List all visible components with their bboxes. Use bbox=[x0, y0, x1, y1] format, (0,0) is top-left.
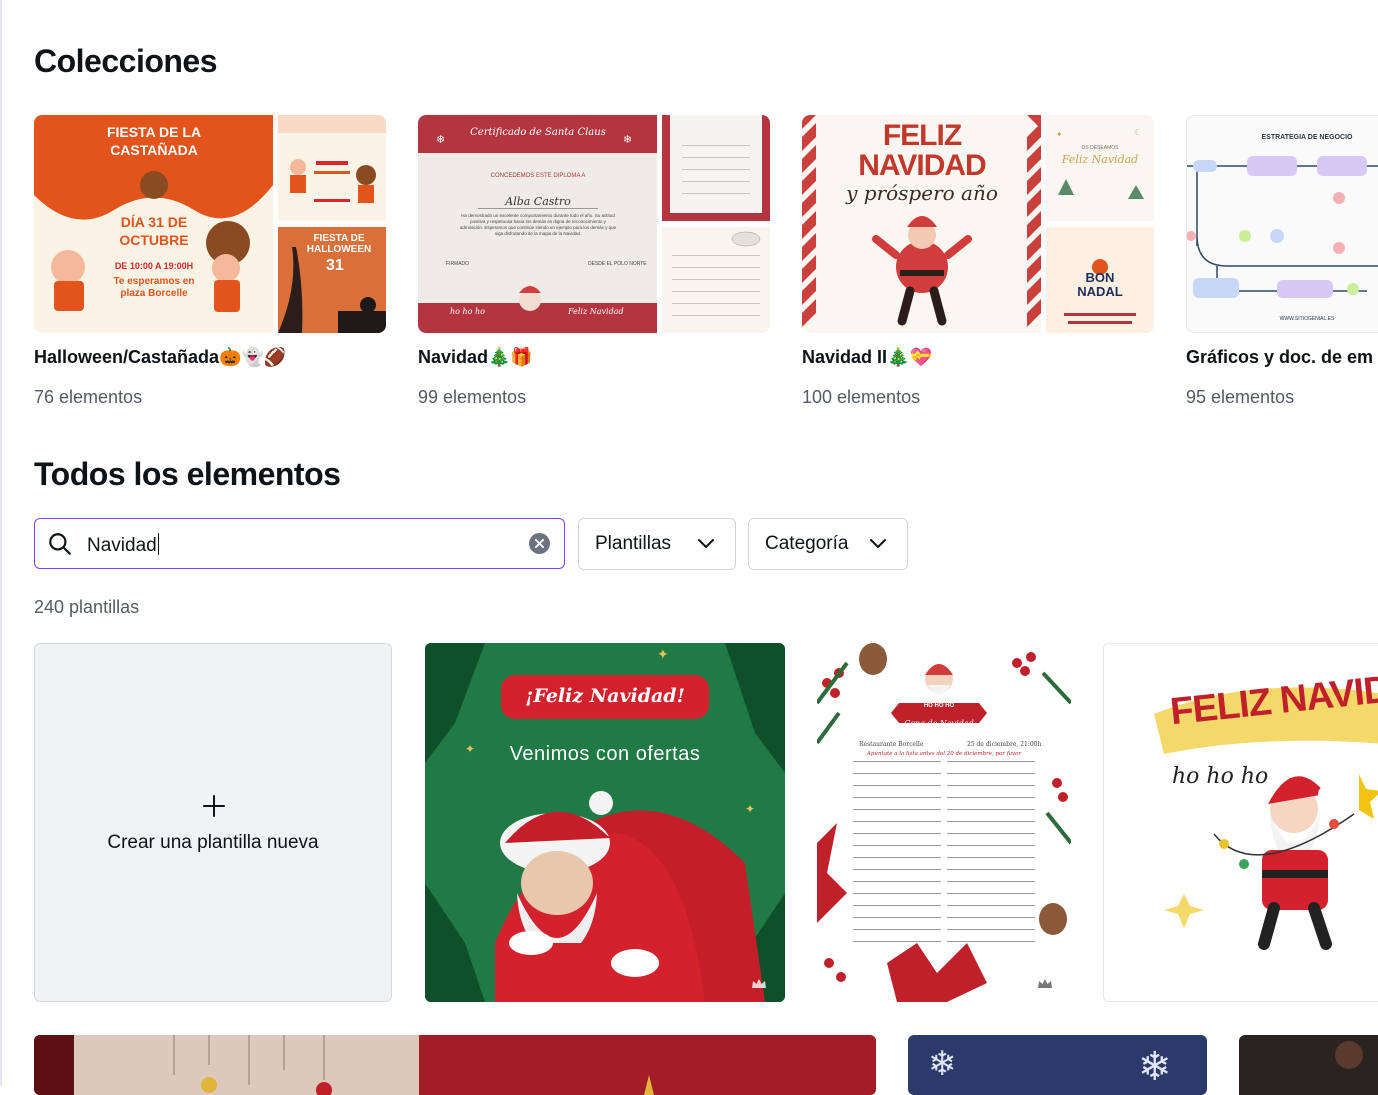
castanada-place: Te esperamos en plaza Borcelle bbox=[113, 276, 195, 299]
search-input[interactable]: Navidad bbox=[34, 518, 565, 569]
santa-certificate: ❄ ❄ Certificado de Santa Claus CONCEDEMO… bbox=[418, 115, 657, 333]
certificate-recipient: Alba Castro bbox=[478, 195, 598, 209]
feliz-navidad-mini-card: ✦ ☾ OS DESEAMOS Feliz Navidad bbox=[1046, 115, 1154, 221]
bon-nadal-mini-card: BON NADAL bbox=[1046, 227, 1154, 333]
certificate-right-sig: DESDE EL POLO NORTE bbox=[588, 261, 647, 267]
search-icon bbox=[47, 531, 73, 562]
collection-thumbnail[interactable]: ❄ ❄ Certificado de Santa Claus CONCEDEMO… bbox=[418, 115, 770, 333]
text-caret bbox=[157, 533, 160, 555]
svg-text:✦: ✦ bbox=[745, 802, 755, 816]
left-border bbox=[0, 0, 2, 1086]
collection-count: 99 elementos bbox=[418, 387, 527, 407]
collection-thumbnail[interactable]: FIESTA DE LA CASTAÑADA DÍA 31 DE OCTUBRE… bbox=[34, 115, 386, 333]
search-value[interactable]: Navidad bbox=[87, 533, 160, 557]
crown-icon bbox=[1038, 979, 1052, 988]
certificate-body: Ha demostrado un excelente comportamient… bbox=[459, 213, 617, 236]
collection-name[interactable]: Navidad🎄🎁 bbox=[418, 347, 533, 368]
template-card-ornaments[interactable] bbox=[34, 1035, 876, 1095]
collections-title: Colecciones bbox=[34, 43, 218, 79]
template-card-dark[interactable] bbox=[1239, 1035, 1378, 1095]
search-value-text: Navidad bbox=[87, 535, 157, 556]
result-count: 240 plantillas bbox=[34, 597, 140, 617]
diagram-title: ESTRATEGIA DE NEGOCIO bbox=[1261, 134, 1353, 141]
feliz-navidad-title: FELIZ NAVIDAD bbox=[858, 119, 986, 182]
clear-search-button[interactable] bbox=[529, 533, 550, 554]
collection-card-halloween[interactable]: FIESTA DE LA CASTAÑADA DÍA 31 DE OCTUBRE… bbox=[34, 115, 386, 407]
template-card-ofertas[interactable]: ✦ ✦ ✦ ¡Feliz Navidad! Venimos con oferta… bbox=[425, 643, 785, 1002]
feliz-navidad-script: y próspero año bbox=[846, 181, 998, 205]
halloween-mini-title: FIESTA DE HALLOWEEN bbox=[306, 233, 372, 255]
all-items-title: Todos los elementos bbox=[34, 456, 341, 492]
close-icon bbox=[535, 539, 544, 548]
certificate-footer-right: Feliz Navidad bbox=[568, 307, 624, 316]
plus-icon bbox=[203, 795, 225, 817]
halloween-mini-number: 31 bbox=[326, 257, 344, 274]
create-template-label: Crear una plantilla nueva bbox=[107, 832, 319, 853]
svg-text:☾: ☾ bbox=[1134, 128, 1141, 137]
bon-nadal-title: BON NADAL bbox=[1077, 270, 1123, 299]
collection-name[interactable]: Gráficos y doc. de em bbox=[1186, 347, 1373, 368]
category-filter-dropdown[interactable]: Categoría bbox=[748, 518, 908, 570]
svg-text:❄: ❄ bbox=[928, 1045, 957, 1083]
svg-text:❄: ❄ bbox=[1138, 1045, 1172, 1089]
halloween-mini-poster: FIESTA DE HALLOWEEN 31 bbox=[278, 227, 386, 333]
type-filter-label: Plantillas bbox=[595, 533, 672, 554]
cena-title: Cena de Navidad bbox=[904, 719, 974, 728]
cena-date: 25 de diciembre, 21:00h bbox=[967, 741, 1042, 748]
svg-text:✦: ✦ bbox=[657, 646, 669, 662]
castanada-banner: FIESTA DE LA CASTAÑADA bbox=[106, 124, 202, 158]
feliz-navidad-card: FELIZ NAVIDAD y próspero año bbox=[802, 115, 1041, 333]
chevron-down-icon bbox=[870, 539, 886, 548]
collection-count: 95 elementos bbox=[1186, 387, 1295, 407]
collection-count: 76 elementos bbox=[34, 387, 143, 407]
hohoho-subtitle: ho ho ho bbox=[1172, 764, 1269, 789]
cena-hohoho: HO HO HO bbox=[923, 703, 955, 709]
feliz-navidad-mini-sub: OS DESEAMOS bbox=[1081, 145, 1119, 151]
castanada-time: DE 10:00 A 19:00H bbox=[114, 261, 194, 271]
ofertas-title: ¡Feliz Navidad! bbox=[525, 685, 685, 707]
certificate-footer-left: ho ho ho bbox=[450, 307, 485, 316]
create-template-card[interactable]: Crear una plantilla nueva bbox=[34, 643, 392, 1002]
feliz-navidad-mini-title: Feliz Navidad bbox=[1061, 153, 1139, 166]
certificate-left-sig: FIRMADO bbox=[446, 261, 470, 267]
collection-card-navidad[interactable]: ❄ ❄ Certificado de Santa Claus CONCEDEMO… bbox=[418, 115, 770, 407]
template-card-snowflakes[interactable]: ❄ ❄ bbox=[908, 1035, 1207, 1095]
diagram-footer: WWW.SITIOGENIAL.ES bbox=[1279, 316, 1335, 322]
castanada-date: DÍA 31 DE OCTUBRE bbox=[119, 214, 189, 248]
template-card-hohoho[interactable]: FELIZ NAVIDAD ho ho ho bbox=[1103, 643, 1378, 1002]
ofertas-subtitle: Venimos con ofertas bbox=[509, 743, 701, 765]
collection-thumbnail[interactable]: FELIZ NAVIDAD y próspero año ✦ ☾ OS DESE… bbox=[802, 115, 1154, 333]
crown-icon bbox=[752, 979, 766, 988]
type-filter-dropdown[interactable]: Plantillas bbox=[578, 518, 736, 570]
cena-note: Apúntate a la lista antes del 20 de dici… bbox=[866, 751, 1022, 757]
certificate-title: Certificado de Santa Claus bbox=[470, 127, 606, 138]
collection-thumbnail[interactable]: ESTRATEGIA DE NEGOCIO WWW.SITIOGENIAL.ES bbox=[1186, 115, 1378, 333]
category-filter-label: Categoría bbox=[765, 533, 849, 554]
collection-name[interactable]: Navidad II🎄💝 bbox=[802, 347, 932, 368]
santa-list-mini bbox=[662, 227, 770, 333]
santa-letter-mini bbox=[662, 115, 770, 221]
collection-name[interactable]: Halloween/Castañada🎃👻🏈 bbox=[34, 347, 286, 368]
collection-card-graficos[interactable]: ESTRATEGIA DE NEGOCIO WWW.SITIOGENIAL.ES… bbox=[1186, 115, 1378, 407]
collection-card-navidad-ii[interactable]: FELIZ NAVIDAD y próspero año ✦ ☾ OS DESE… bbox=[802, 115, 1154, 407]
template-card-cena[interactable]: HO HO HO Cena de Navidad Restaurante Bor… bbox=[817, 643, 1071, 1002]
collection-count: 100 elementos bbox=[802, 387, 921, 407]
svg-text:✦: ✦ bbox=[1056, 130, 1063, 139]
chevron-down-icon bbox=[698, 539, 714, 548]
halloween-mini-invite bbox=[278, 115, 386, 221]
certificate-sub: CONCEDEMOS ESTE DIPLOMA A bbox=[490, 173, 586, 179]
svg-text:❄: ❄ bbox=[436, 134, 445, 146]
cena-place: Restaurante Borcelle bbox=[859, 741, 924, 748]
castanada-poster: FIESTA DE LA CASTAÑADA DÍA 31 DE OCTUBRE… bbox=[34, 115, 273, 333]
svg-text:❄: ❄ bbox=[623, 134, 632, 146]
